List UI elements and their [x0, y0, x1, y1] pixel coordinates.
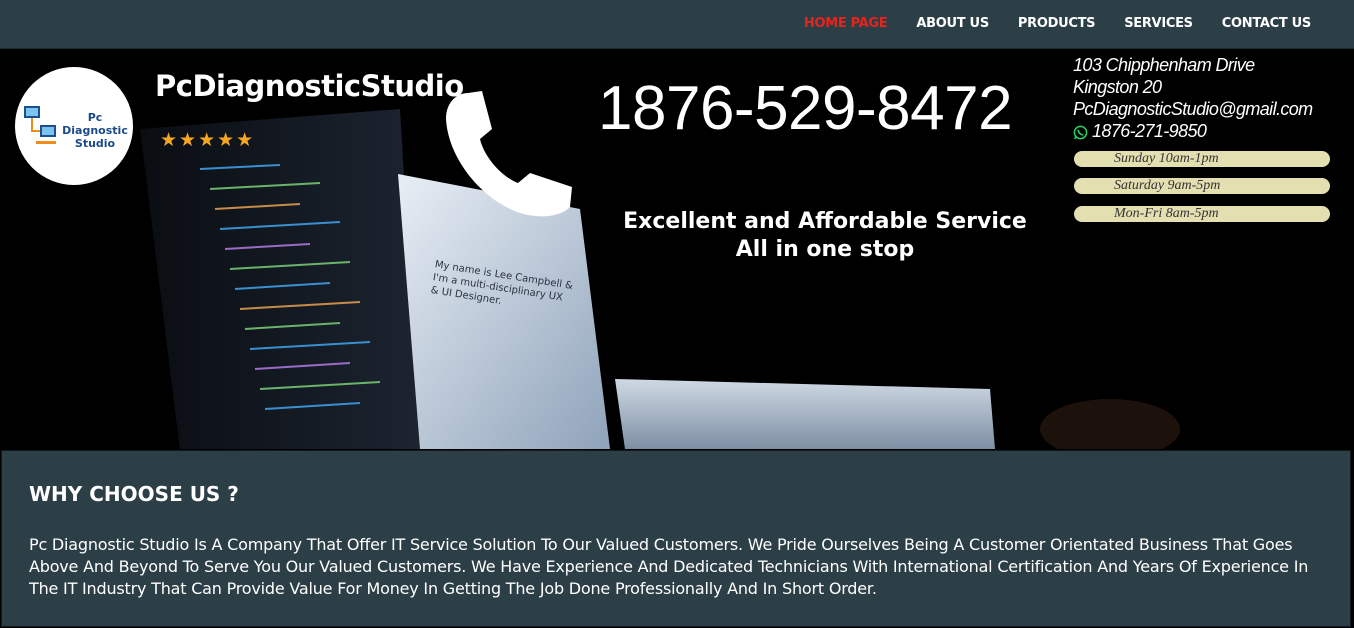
nav-services[interactable]: SERVICES	[1124, 16, 1193, 31]
address-line-2: Kingston 20	[1073, 77, 1162, 97]
address-line-1: 103 Chipphenham Drive	[1073, 55, 1255, 75]
contact-info: 103 Chipphenham Drive Kingston 20 PcDiag…	[1073, 54, 1313, 142]
whatsapp-icon	[1073, 125, 1088, 140]
email-link[interactable]: PcDiagnosticStudio@gmail.com	[1073, 98, 1313, 120]
logo-text: Pc Diagnostic Studio	[62, 111, 128, 150]
hours-weekdays: Mon-Fri 8am-5pm	[1074, 206, 1330, 222]
hours-sunday-text: Sunday 10am-1pm	[1114, 151, 1219, 166]
nav-menu: HOME PAGE ABOUT US PRODUCTS SERVICES CON…	[775, 16, 1311, 31]
why-choose-us-section: WHY CHOOSE US ? Pc Diagnostic Studio Is …	[1, 450, 1351, 627]
nav-products[interactable]: PRODUCTS	[1018, 16, 1096, 31]
whatsapp-number: 1876-271-9850	[1092, 121, 1207, 141]
hours-saturday-text: Saturday 9am-5pm	[1114, 178, 1221, 193]
main-phone-number[interactable]: 1876-529-8472	[598, 73, 1013, 144]
hours-sunday: Sunday 10am-1pm	[1074, 151, 1330, 167]
site-title: PcDiagnosticStudio	[155, 69, 464, 103]
hours-weekdays-text: Mon-Fri 8am-5pm	[1114, 206, 1219, 221]
phone-icon	[446, 91, 572, 217]
logo[interactable]: Pc Diagnostic Studio	[15, 67, 133, 185]
hours-saturday: Saturday 9am-5pm	[1074, 178, 1330, 194]
nav-about[interactable]: ABOUT US	[916, 16, 989, 31]
nav-home[interactable]: HOME PAGE	[804, 16, 888, 31]
section-heading: WHY CHOOSE US ?	[29, 482, 239, 506]
tagline-line-1: Excellent and Affordable Service	[623, 209, 1027, 234]
nav-contact[interactable]: CONTACT US	[1222, 16, 1312, 31]
whatsapp-row[interactable]: 1876-271-9850	[1073, 120, 1313, 142]
top-navigation: HOME PAGE ABOUT US PRODUCTS SERVICES CON…	[0, 0, 1354, 49]
tagline: Excellent and Affordable Service All in …	[620, 208, 1030, 264]
hero-banner: My name is Lee Campbell & I'm a multi-di…	[0, 49, 1354, 449]
tagline-line-2: All in one stop	[735, 237, 915, 262]
rating-stars: ★★★★★	[160, 130, 256, 151]
section-body: Pc Diagnostic Studio Is A Company That O…	[29, 535, 1309, 598]
